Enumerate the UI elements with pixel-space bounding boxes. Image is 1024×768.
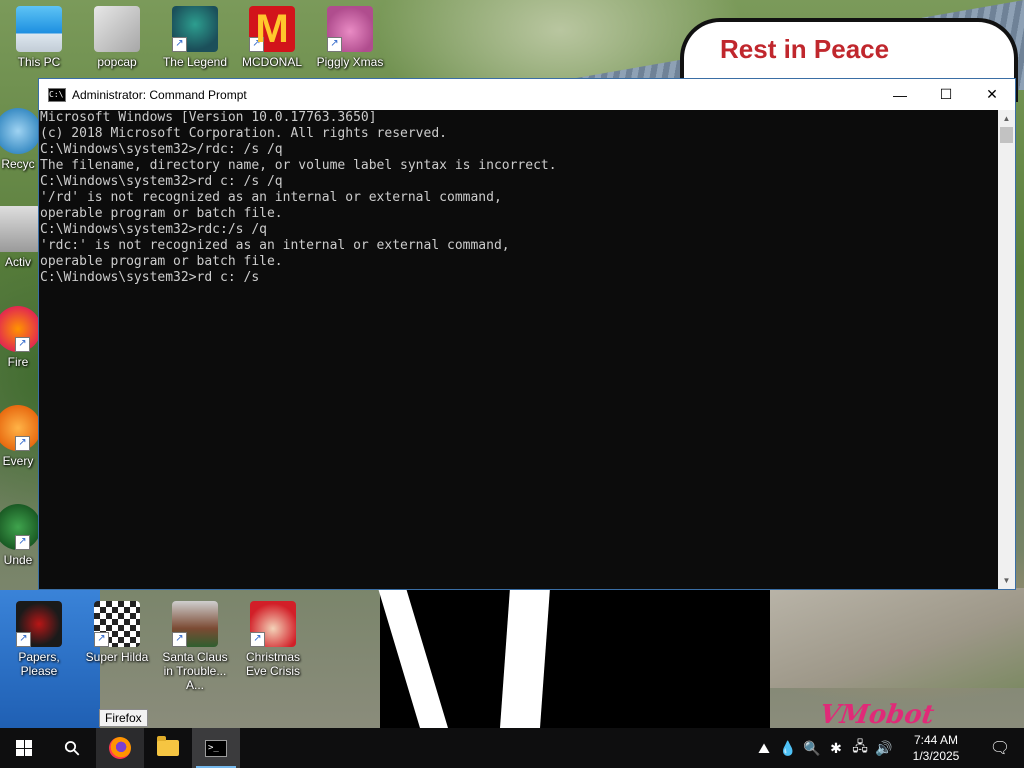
close-button[interactable]: ✕	[969, 79, 1015, 110]
desktop-icon-the-legend[interactable]: ↗ The Legend	[157, 6, 233, 69]
desktop-icon-label: Papers, Please	[18, 650, 60, 678]
desktop-icon-label: popcap	[97, 55, 137, 69]
cmd-icon: >_	[205, 739, 227, 757]
console-line: C:\Windows\system32>rdc:/s /q	[40, 222, 267, 237]
folder-icon	[157, 736, 179, 756]
shortcut-arrow-icon: ↗	[16, 632, 31, 647]
shortcut-arrow-icon: ↗	[15, 436, 30, 451]
scrollbar-thumb[interactable]	[1000, 127, 1013, 143]
recycle-bin-icon	[0, 108, 41, 154]
desktop-icon-label: Piggly Xmas	[316, 55, 384, 69]
console-line: 'rdc:' is not recognized as an internal …	[40, 238, 510, 253]
network-icon[interactable]: 🖧	[848, 736, 872, 760]
windows-logo-icon	[16, 740, 32, 756]
start-button[interactable]	[0, 728, 48, 768]
shortcut-arrow-icon: ↗	[94, 632, 109, 647]
notification-center-icon[interactable]: 🗨	[976, 738, 1024, 758]
memorial-title: Rest in Peace	[720, 34, 890, 64]
console-line: (c) 2018 Microsoft Corporation. All righ…	[40, 126, 447, 141]
minimize-button[interactable]: —	[877, 79, 923, 110]
search-button[interactable]: ⚲	[48, 728, 96, 768]
legend-game-icon: ↗	[172, 6, 218, 52]
console-line: operable program or batch file.	[40, 254, 283, 269]
shortcut-arrow-icon: ↗	[15, 337, 30, 352]
wallpaper-driveway	[768, 588, 1024, 688]
active-icon	[0, 206, 41, 252]
desktop-icon-this-pc[interactable]: This PC	[1, 6, 77, 69]
console-line: Microsoft Windows [Version 10.0.17763.36…	[40, 110, 377, 125]
everything-icon: ↗	[0, 405, 41, 451]
wallpaper-watermark: VMobot	[817, 700, 936, 730]
console-line: '/rd' is not recognized as an internal o…	[40, 190, 502, 205]
search-icon: ⚲	[59, 735, 86, 762]
santa-claus-trouble-icon: ↗	[172, 601, 218, 647]
desktop-icon-label: Christmas Eve Crisis	[245, 650, 300, 678]
desktop-icon-mcdonal[interactable]: ↗ MCDONAL	[234, 6, 310, 69]
taskbar-file-explorer[interactable]	[144, 728, 192, 768]
droplet-icon[interactable]: 💧	[776, 740, 800, 757]
firefox-tooltip: Firefox	[99, 709, 148, 727]
desktop-icon-papers-please[interactable]: ↗ Papers, Please	[1, 601, 77, 678]
desktop-icon-label: This PC	[17, 55, 61, 69]
piggly-xmas-icon: ↗	[327, 6, 373, 52]
firefox-icon: ↗	[0, 306, 41, 352]
shortcut-arrow-icon: ↗	[172, 37, 187, 52]
christmas-eve-crisis-icon: ↗	[250, 601, 296, 647]
volume-icon[interactable]: 🔊	[872, 740, 896, 757]
console-output[interactable]: Microsoft Windows [Version 10.0.17763.36…	[39, 110, 998, 589]
desktop-icon-label: MCDONAL	[241, 55, 302, 69]
shortcut-arrow-icon: ↗	[327, 37, 342, 52]
taskbar: ⚲ >_ ⛰ 💧 🔍 ✱ 🖧 🔊 7:44 AM 1/3/2025 🗨	[0, 728, 1024, 768]
cmd-app-icon: C:\	[48, 87, 66, 102]
scroll-up-icon[interactable]: ▲	[998, 110, 1015, 127]
super-hilda-icon: ↗	[94, 601, 140, 647]
undertale-icon: ↗	[0, 504, 41, 550]
asterisk-icon[interactable]: ✱	[824, 740, 848, 757]
command-prompt-window[interactable]: C:\ Administrator: Command Prompt — ☐ ✕ …	[38, 78, 1016, 590]
desktop-icon-santa-claus-trouble[interactable]: ↗ Santa Claus in Trouble... A...	[157, 601, 233, 692]
scroll-down-icon[interactable]: ▼	[998, 572, 1015, 589]
clock[interactable]: 7:44 AM 1/3/2025	[896, 732, 976, 764]
desktop-icon-popcap[interactable]: popcap	[79, 6, 155, 69]
tray-app-icon[interactable]: ⛰	[752, 740, 776, 757]
popcap-icon	[94, 6, 140, 52]
desktop-icon-label: The Legend	[162, 55, 228, 69]
console-line: operable program or batch file.	[40, 206, 283, 221]
console-prompt-line[interactable]: C:\Windows\system32>rd c: /s	[40, 270, 998, 286]
shortcut-arrow-icon: ↗	[249, 37, 264, 52]
window-titlebar[interactable]: C:\ Administrator: Command Prompt — ☐ ✕	[39, 79, 1015, 110]
shortcut-arrow-icon: ↗	[15, 535, 30, 550]
system-tray: ⛰ 💧 🔍 ✱ 🖧 🔊 7:44 AM 1/3/2025 🗨	[752, 728, 1024, 768]
this-pc-icon	[16, 6, 62, 52]
console-line: C:\Windows\system32>rd c: /s /q	[40, 174, 283, 189]
shortcut-arrow-icon: ↗	[250, 632, 265, 647]
desktop-icon-label: Santa Claus in Trouble... A...	[162, 650, 228, 692]
window-title: Administrator: Command Prompt	[72, 87, 247, 102]
taskbar-command-prompt[interactable]: >_	[192, 728, 240, 768]
firefox-icon	[109, 737, 131, 759]
clock-time: 7:44 AM	[913, 733, 959, 747]
papers-please-icon: ↗	[16, 601, 62, 647]
console-line: C:\Windows\system32>/rdc: /s /q	[40, 142, 283, 157]
clock-date: 1/3/2025	[912, 749, 960, 763]
console-line: The filename, directory name, or volume …	[40, 158, 557, 173]
vertical-scrollbar[interactable]: ▲ ▼	[998, 110, 1015, 589]
desktop-icon-super-hilda[interactable]: ↗ Super Hilda	[79, 601, 155, 664]
desktop-icon-piggly-xmas[interactable]: ↗ Piggly Xmas	[312, 6, 388, 69]
magnifier-icon[interactable]: 🔍	[800, 740, 824, 757]
mcdonalds-icon: ↗	[249, 6, 295, 52]
desktop-icon-christmas-eve-crisis[interactable]: ↗ Christmas Eve Crisis	[235, 601, 311, 678]
maximize-button[interactable]: ☐	[923, 79, 969, 110]
desktop-icon-label: Super Hilda	[85, 650, 149, 664]
taskbar-firefox[interactable]	[96, 728, 144, 768]
shortcut-arrow-icon: ↗	[172, 632, 187, 647]
